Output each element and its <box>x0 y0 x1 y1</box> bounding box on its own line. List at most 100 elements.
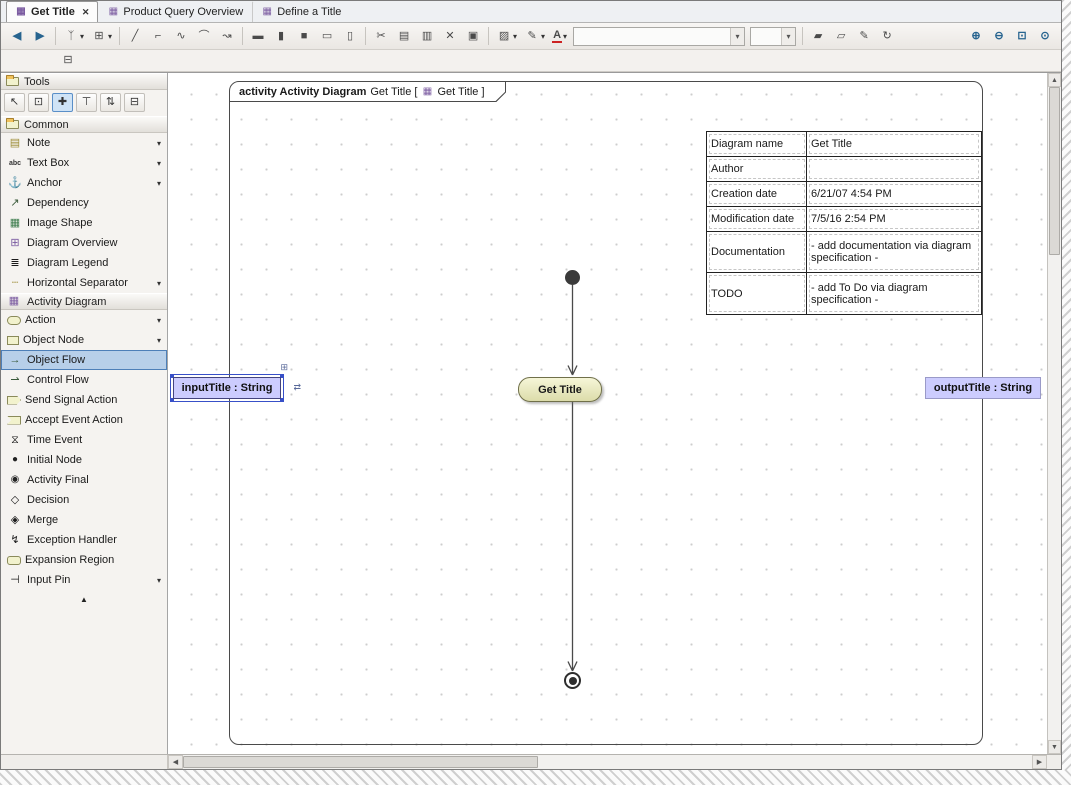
rounded-path-style-button[interactable]: ⌒ <box>193 26 215 47</box>
pan-tool-button[interactable]: ✚ <box>52 93 73 112</box>
fit-in-window-button[interactable]: ⊡ <box>1011 26 1033 47</box>
palette-item-action[interactable]: Action▾ <box>1 310 167 330</box>
curved-path-style-button[interactable]: ∿ <box>170 26 192 47</box>
delete-button[interactable]: ✕ <box>439 26 461 47</box>
close-tab-icon[interactable]: ✕ <box>82 7 90 18</box>
diagram-tab-define-a-title[interactable]: ▦Define a Title <box>252 1 350 22</box>
palette-item-accept-event-action[interactable]: Accept Event Action <box>1 410 167 430</box>
input-parameter-pin[interactable]: inputTitle : String <box>173 377 281 399</box>
palette-item-decision[interactable]: ◇Decision <box>1 490 167 510</box>
palette-section-header-activity-diagram[interactable]: ▦Activity Diagram <box>1 293 167 310</box>
palette-section-header-common[interactable]: Common <box>1 116 167 133</box>
rectilinear-path-style-button[interactable]: ⌐ <box>147 26 169 47</box>
output-parameter-node[interactable]: outputTitle : String <box>925 377 1041 399</box>
fill-color-button[interactable]: ▨▾ <box>493 26 520 47</box>
copy-button[interactable]: ▤ <box>393 26 415 47</box>
make-same-height-button[interactable]: ▮ <box>270 26 292 47</box>
palette-item-text-box[interactable]: abcText Box▾ <box>1 153 167 173</box>
palette-item-input-pin[interactable]: ⊣Input Pin▾ <box>1 570 167 590</box>
dropdown-arrow-icon[interactable]: ▾ <box>541 32 545 41</box>
link-manipulator-icon[interactable]: ⇄ <box>293 383 301 392</box>
autosize-button[interactable]: ▭ <box>316 26 338 47</box>
oblique-path-style-button[interactable]: ╱ <box>124 26 146 47</box>
add-related-elements-button[interactable]: ⊞▾ <box>88 26 115 47</box>
palette-item-note[interactable]: ▤Note▾ <box>1 133 167 153</box>
font-family-combo[interactable]: ▾ <box>573 27 745 46</box>
horizontal-scroll-thumb[interactable] <box>183 756 538 768</box>
diagram-tab-product-query-overview[interactable]: ▦Product Query Overview <box>98 1 252 22</box>
diagram-tab-get-title[interactable]: ▦Get Title✕ <box>6 1 98 22</box>
diagram-info-table[interactable]: Diagram nameGet TitleAuthorCreation date… <box>706 131 982 315</box>
edit-compartment-button[interactable]: ✎ <box>853 26 875 47</box>
palette-item-dependency[interactable]: ↗Dependency <box>1 193 167 213</box>
zoom-1-1-button[interactable]: ⊙ <box>1034 26 1056 47</box>
select-tool-button[interactable]: ↖ <box>4 93 25 112</box>
scroll-down-button[interactable]: ▼ <box>1048 740 1061 754</box>
palette-item-exception-handler[interactable]: ↯Exception Handler <box>1 530 167 550</box>
palette-item-object-flow[interactable]: →Object Flow <box>1 350 167 370</box>
layout-hierarchy-button[interactable]: ᛉ▾ <box>60 26 87 47</box>
palette-item-send-signal-action[interactable]: Send Signal Action <box>1 390 167 410</box>
palette-item-control-flow[interactable]: ⇀Control Flow <box>1 370 167 390</box>
dropdown-arrow-icon[interactable]: ▾ <box>157 279 161 288</box>
dropdown-arrow-icon[interactable]: ▾ <box>157 336 161 345</box>
horizontal-scroll-track[interactable] <box>183 755 1032 769</box>
frame-header[interactable]: activity Activity Diagram Get Title [ ▦ … <box>230 82 506 102</box>
palette-item-diagram-legend[interactable]: ≣Diagram Legend <box>1 253 167 273</box>
structure-tool-button[interactable]: ⊟ <box>124 93 145 112</box>
palette-item-image-shape[interactable]: ▦Image Shape <box>1 213 167 233</box>
zigzag-path-style-button[interactable]: ↝ <box>216 26 238 47</box>
order-tool-button[interactable]: ⇅ <box>100 93 121 112</box>
activity-final-node[interactable] <box>564 672 581 689</box>
dropdown-arrow-icon[interactable]: ▾ <box>157 139 161 148</box>
combo-arrow-icon[interactable]: ▾ <box>730 28 744 45</box>
dropdown-arrow-icon[interactable]: ▾ <box>80 32 84 41</box>
input-parameter-node[interactable]: inputTitle : String ⊞ ⇄ <box>170 374 284 402</box>
dropdown-arrow-icon[interactable]: ▾ <box>513 32 517 41</box>
diagram-canvas[interactable]: activity Activity Diagram Get Title [ ▦ … <box>168 73 1047 754</box>
bring-to-front-button[interactable]: ▰ <box>807 26 829 47</box>
refresh-button[interactable]: ↻ <box>876 26 898 47</box>
make-same-size-button[interactable]: ■ <box>293 26 315 47</box>
cut-button[interactable]: ✂ <box>370 26 392 47</box>
align-tool-button[interactable]: ⊤ <box>76 93 97 112</box>
scroll-left-button[interactable]: ◀ <box>168 755 183 769</box>
vertical-scroll-thumb[interactable] <box>1049 87 1060 255</box>
palette-item-merge[interactable]: ◈Merge <box>1 510 167 530</box>
initial-node[interactable] <box>565 270 580 285</box>
dropdown-arrow-icon[interactable]: ▾ <box>157 576 161 585</box>
zoom-out-button[interactable]: ⊖ <box>988 26 1010 47</box>
dropdown-arrow-icon[interactable]: ▾ <box>157 159 161 168</box>
palette-item-object-node[interactable]: Object Node▾ <box>1 330 167 350</box>
combo-arrow-icon[interactable]: ▾ <box>781 28 795 45</box>
palette-item-initial-node[interactable]: ●Initial Node <box>1 450 167 470</box>
dropdown-arrow-icon[interactable]: ▾ <box>563 32 567 41</box>
vertical-scroll-track[interactable] <box>1048 87 1061 740</box>
font-color-button[interactable]: A▾ <box>549 26 570 47</box>
vertical-scrollbar[interactable]: ▲ ▼ <box>1047 73 1061 754</box>
action-node-get-title[interactable]: Get Title <box>518 377 602 402</box>
scroll-right-button[interactable]: ▶ <box>1032 755 1047 769</box>
dropdown-arrow-icon[interactable]: ▾ <box>157 179 161 188</box>
palette-item-time-event[interactable]: ⧖Time Event <box>1 430 167 450</box>
forward-button[interactable]: ▶ <box>29 26 51 47</box>
paste-button[interactable]: ▥ <box>416 26 438 47</box>
palette-item-anchor[interactable]: ⚓Anchor▾ <box>1 173 167 193</box>
containment-tree-button[interactable]: ⊟ <box>57 50 79 71</box>
reset-size-button[interactable]: ▯ <box>339 26 361 47</box>
dropdown-arrow-icon[interactable]: ▾ <box>157 316 161 325</box>
palette-section-header-tools[interactable]: Tools <box>1 73 167 90</box>
smart-manipulator-icon[interactable]: ⊞ <box>280 363 288 372</box>
palette-item-activity-final[interactable]: ◉Activity Final <box>1 470 167 490</box>
clone-button[interactable]: ▣ <box>462 26 484 47</box>
zoom-in-button[interactable]: ⊕ <box>965 26 987 47</box>
palette-item-diagram-overview[interactable]: ⊞Diagram Overview <box>1 233 167 253</box>
palette-item-horizontal-separator[interactable]: ┄Horizontal Separator▾ <box>1 273 167 293</box>
send-to-back-button[interactable]: ▱ <box>830 26 852 47</box>
horizontal-scrollbar[interactable]: ◀ ▶ <box>168 755 1047 769</box>
dropdown-arrow-icon[interactable]: ▾ <box>108 32 112 41</box>
palette-scroll-up-icon[interactable]: ▲ <box>1 590 167 609</box>
make-same-width-button[interactable]: ▬ <box>247 26 269 47</box>
palette-item-expansion-region[interactable]: Expansion Region <box>1 550 167 570</box>
font-size-combo[interactable]: ▾ <box>750 27 796 46</box>
